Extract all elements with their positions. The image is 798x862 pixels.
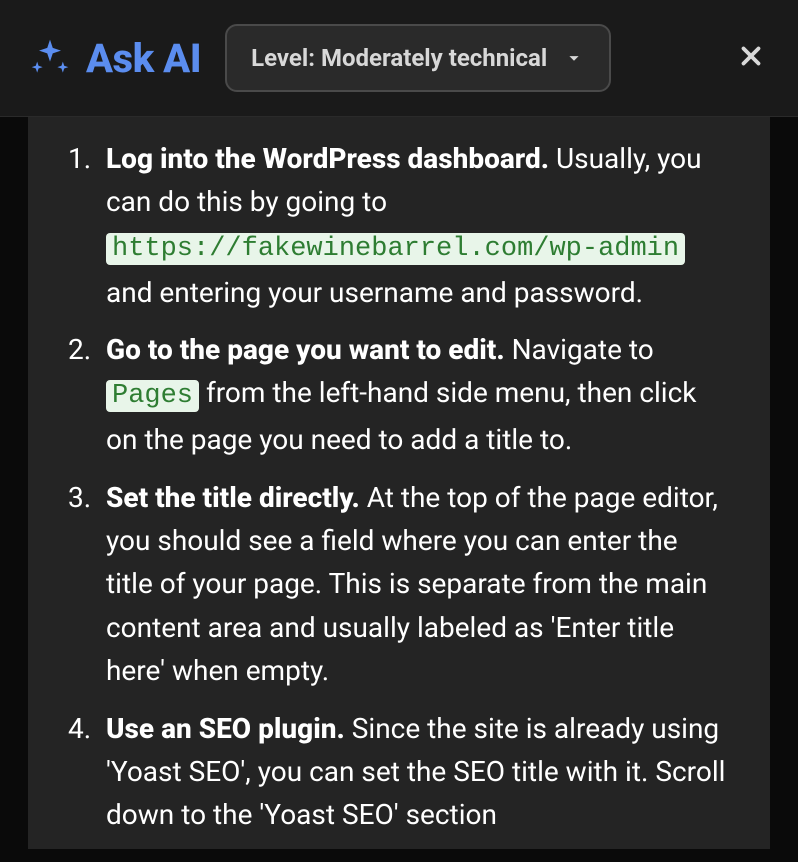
chevron-down-icon xyxy=(563,47,585,69)
step-bold: Log into the WordPress dashboard. xyxy=(106,142,549,175)
inline-code: Pages xyxy=(106,380,199,412)
close-icon xyxy=(736,41,766,75)
inline-code: https://fakewinebarrel.com/wp-admin xyxy=(106,233,685,265)
level-dropdown[interactable]: Level: Moderately technical xyxy=(225,24,611,92)
steps-list: Log into the WordPress dashboard. Usuall… xyxy=(68,137,730,837)
brand-title: Ask AI xyxy=(86,35,201,82)
brand: Ask AI xyxy=(28,35,201,82)
list-item: Go to the page you want to edit. Navigat… xyxy=(68,328,730,462)
close-button[interactable] xyxy=(732,37,770,79)
level-dropdown-label: Level: Moderately technical xyxy=(251,44,547,72)
list-item: Set the title directly. At the top of th… xyxy=(68,476,730,693)
content-panel: Log into the WordPress dashboard. Usuall… xyxy=(28,117,770,849)
list-item: Log into the WordPress dashboard. Usuall… xyxy=(68,137,730,314)
step-text: and entering your username and password. xyxy=(106,276,643,309)
step-bold: Set the title directly. xyxy=(106,481,360,514)
step-text: Navigate to xyxy=(505,333,654,366)
list-item: Use an SEO plugin. Since the site is alr… xyxy=(68,707,730,837)
step-bold: Use an SEO plugin. xyxy=(106,712,345,745)
step-bold: Go to the page you want to edit. xyxy=(106,333,505,366)
sparkle-icon xyxy=(28,36,72,80)
header: Ask AI Level: Moderately technical xyxy=(0,0,798,117)
